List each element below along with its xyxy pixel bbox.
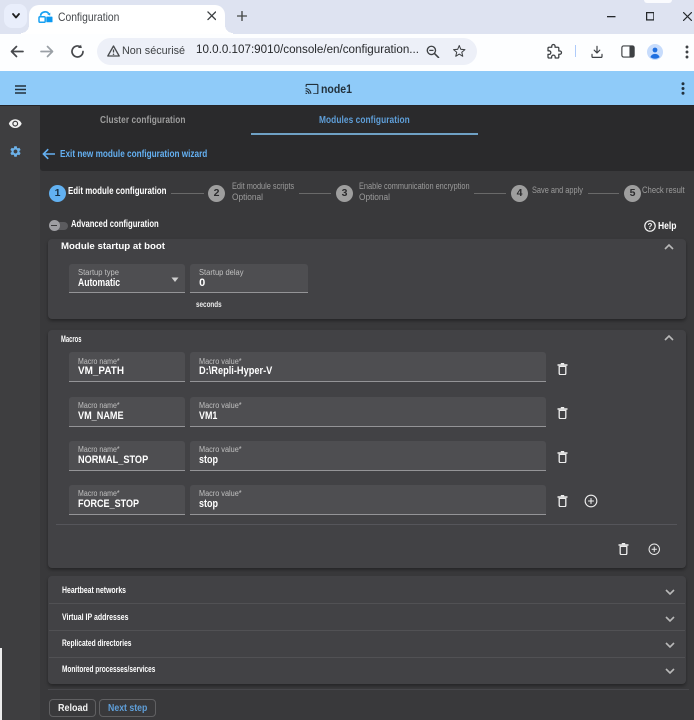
svg-text:?: ?	[648, 222, 653, 231]
